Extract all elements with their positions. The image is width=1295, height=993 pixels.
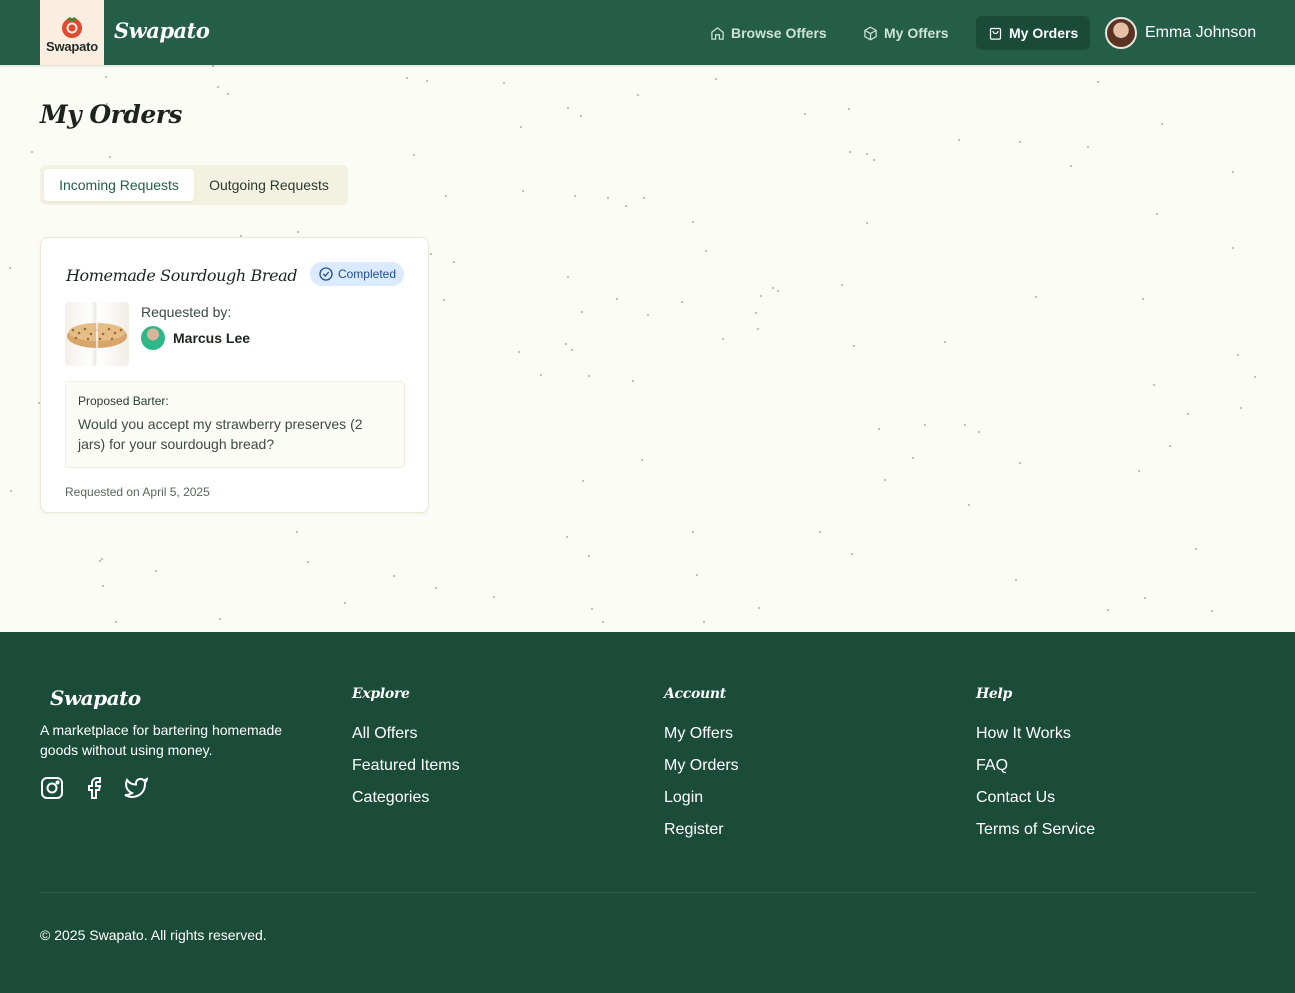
nav-browse-offers[interactable]: Browse Offers [698, 16, 839, 50]
logo[interactable]: Swapato [40, 0, 104, 65]
footer-link-my-offers[interactable]: My Offers [664, 718, 739, 750]
page-title: My Orders [40, 100, 182, 129]
order-title: Homemade Sourdough Bread [66, 266, 298, 285]
nav-my-offers-label: My Offers [884, 25, 949, 41]
footer-col-account: Account My Offers My Orders Login Regist… [664, 686, 739, 852]
brand-name[interactable]: Swapato [114, 18, 210, 43]
footer-link-login[interactable]: Login [664, 782, 739, 814]
footer-link-faq[interactable]: FAQ [976, 750, 1095, 782]
requester-avatar [141, 326, 165, 350]
nav-my-orders-label: My Orders [1009, 25, 1079, 41]
copyright: © 2025 Swapato. All rights reserved. [40, 927, 267, 943]
home-icon [711, 26, 724, 40]
footer-link-categories[interactable]: Categories [352, 782, 460, 814]
requester[interactable]: Marcus Lee [141, 326, 250, 350]
footer-col-help: Help How It Works FAQ Contact Us Terms o… [976, 686, 1095, 852]
status-badge: Completed [309, 262, 404, 286]
twitter-icon[interactable] [124, 776, 148, 800]
footer-link-how-it-works[interactable]: How It Works [976, 718, 1095, 750]
tab-incoming-requests[interactable]: Incoming Requests [44, 169, 194, 201]
instagram-icon[interactable] [40, 776, 64, 800]
logo-text: Swapato [45, 38, 99, 54]
status-label: Completed [337, 267, 396, 281]
check-circle-icon [319, 267, 333, 281]
footer-link-terms[interactable]: Terms of Service [976, 814, 1095, 846]
order-tabs: Incoming Requests Outgoing Requests [40, 165, 348, 205]
nav-browse-offers-label: Browse Offers [731, 25, 827, 41]
nav-my-orders[interactable]: My Orders [976, 16, 1091, 50]
footer-link-register[interactable]: Register [664, 814, 739, 846]
requester-name: Marcus Lee [173, 330, 251, 346]
user-avatar [1105, 17, 1137, 49]
barter-text: Would you accept my strawberry preserves… [78, 416, 363, 452]
request-date: Requested on April 5, 2025 [65, 485, 210, 499]
footer-link-my-orders[interactable]: My Orders [664, 750, 739, 782]
product-image [65, 302, 129, 366]
barter-label: Proposed Barter: [78, 394, 169, 408]
footer-divider [40, 892, 1255, 893]
footer: Swapato A marketplace for bartering home… [0, 632, 1295, 993]
footer-tagline: A marketplace for bartering homemade goo… [40, 722, 283, 758]
tomato-icon [62, 16, 82, 38]
facebook-icon[interactable] [82, 776, 106, 800]
footer-heading-account: Account [664, 686, 726, 702]
requested-by-label: Requested by: [141, 304, 232, 320]
social-links [40, 776, 148, 800]
footer-brand: Swapato [50, 686, 141, 710]
package-icon [864, 26, 877, 40]
order-card[interactable]: Homemade Sourdough Bread Completed Reque… [40, 237, 429, 513]
footer-col-explore: Explore All Offers Featured Items Catego… [352, 686, 460, 820]
tab-outgoing-requests[interactable]: Outgoing Requests [194, 169, 344, 201]
proposed-barter: Proposed Barter: Would you accept my str… [65, 381, 405, 468]
footer-link-all-offers[interactable]: All Offers [352, 718, 460, 750]
footer-link-contact-us[interactable]: Contact Us [976, 782, 1095, 814]
user-menu[interactable]: Emma Johnson [1105, 17, 1256, 49]
footer-link-featured-items[interactable]: Featured Items [352, 750, 460, 782]
shopping-bag-icon [989, 27, 1002, 40]
nav-my-offers[interactable]: My Offers [851, 16, 961, 50]
top-nav-bar: Swapato Swapato Browse Offers My Offers … [0, 0, 1295, 65]
footer-heading-explore: Explore [352, 686, 410, 702]
footer-heading-help: Help [976, 686, 1013, 702]
user-name: Emma Johnson [1145, 24, 1257, 41]
